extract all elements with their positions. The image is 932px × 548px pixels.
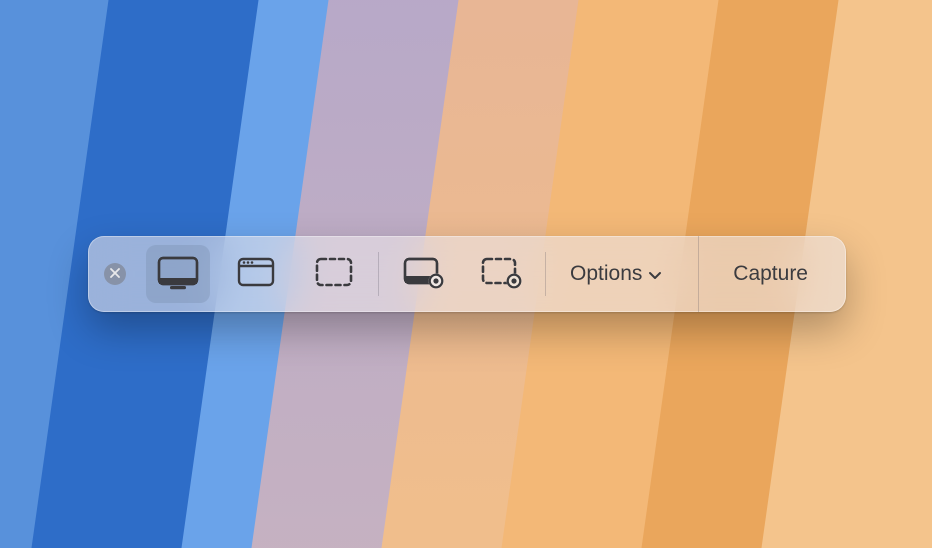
options-dropdown[interactable]: Options: [552, 236, 680, 312]
capture-window-button[interactable]: [224, 245, 288, 303]
record-mode-group: [385, 245, 539, 303]
selection-icon: [312, 254, 356, 295]
close-icon: [110, 265, 120, 283]
close-button[interactable]: [104, 263, 126, 285]
separator: [545, 252, 546, 296]
screenshot-toolbar: Options Capture: [88, 236, 846, 312]
entire-screen-icon: [156, 254, 200, 295]
capture-label: Capture: [733, 262, 808, 286]
chevron-down-icon: [648, 262, 662, 286]
record-screen-icon: [401, 254, 445, 295]
record-entire-screen-button[interactable]: [391, 245, 455, 303]
window-icon: [234, 254, 278, 295]
capture-mode-group: [140, 245, 372, 303]
separator: [378, 252, 379, 296]
options-label: Options: [570, 262, 642, 286]
capture-selection-button[interactable]: [302, 245, 366, 303]
capture-entire-screen-button[interactable]: [146, 245, 210, 303]
capture-button[interactable]: Capture: [698, 236, 842, 312]
record-selection-icon: [479, 254, 523, 295]
record-selection-button[interactable]: [469, 245, 533, 303]
